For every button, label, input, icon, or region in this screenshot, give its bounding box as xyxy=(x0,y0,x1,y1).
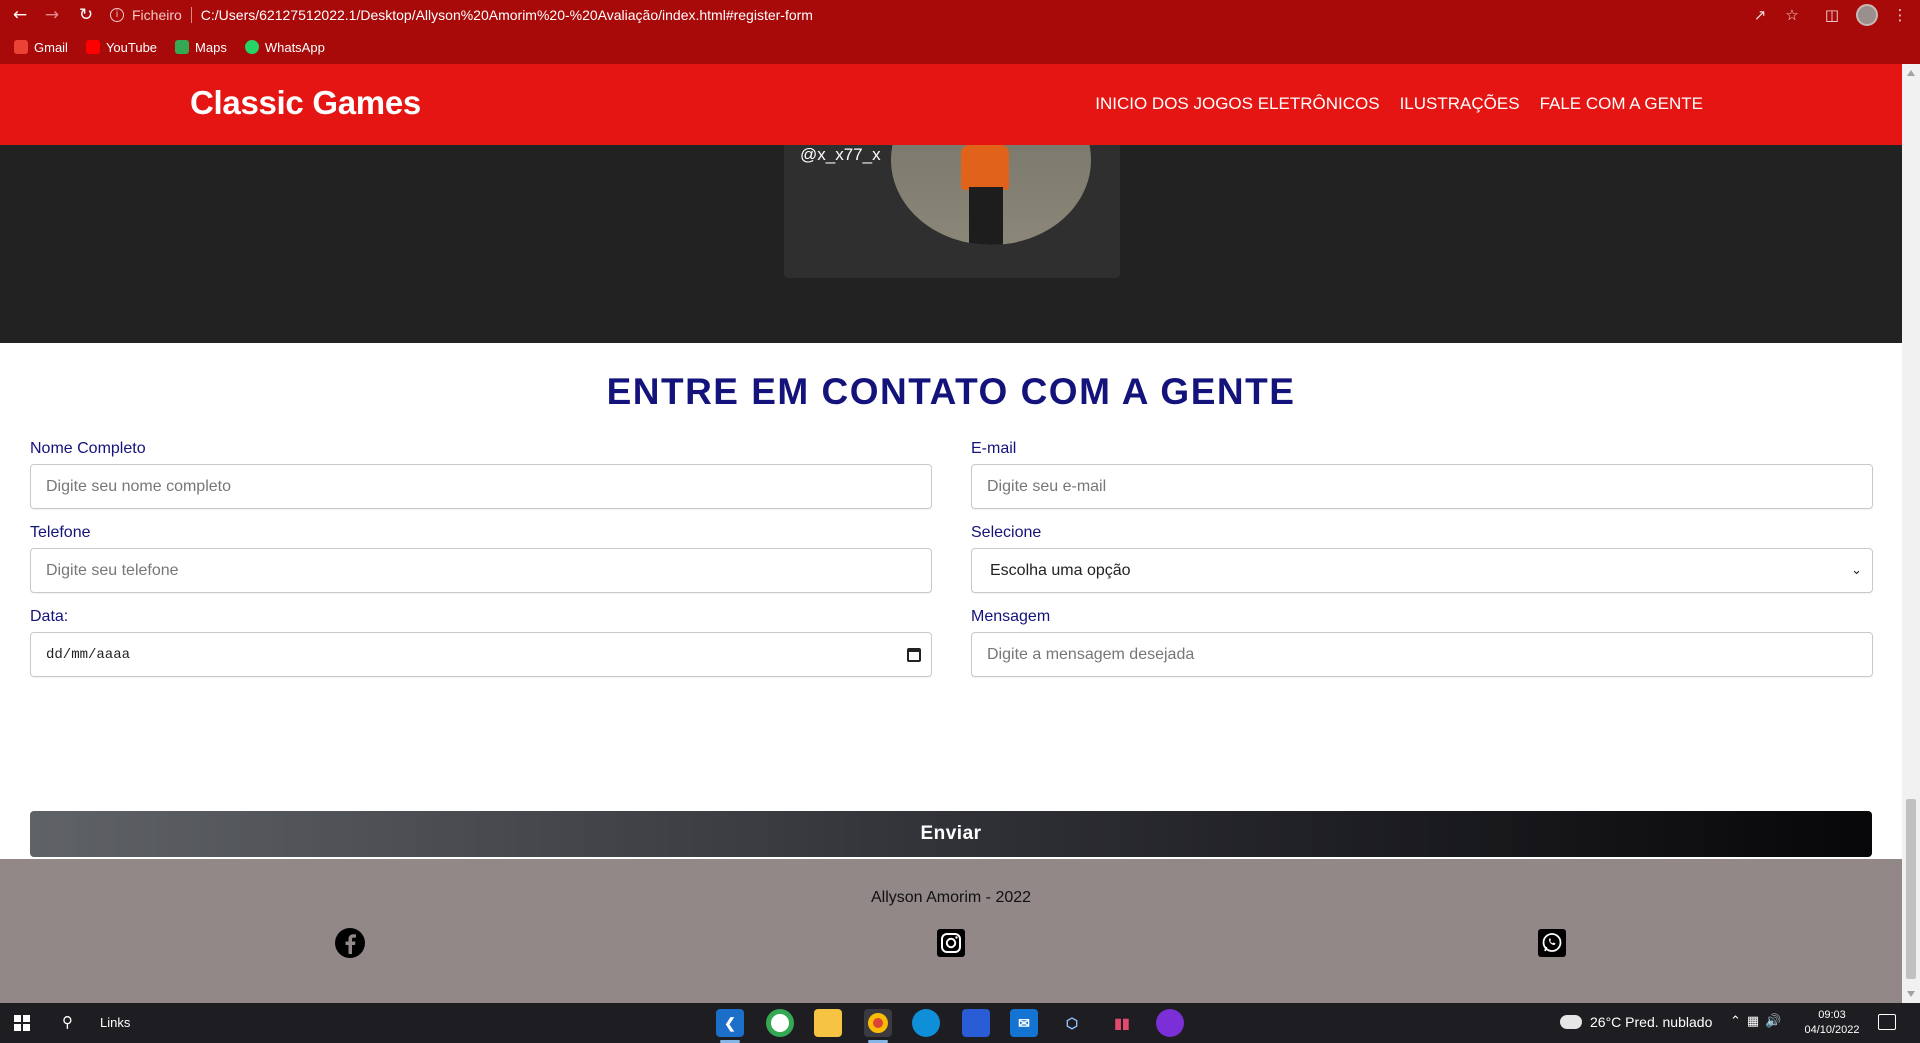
nav-link-ilustracoes[interactable]: ILUSTRAÇÕES xyxy=(1400,94,1520,114)
search-icon[interactable]: ⚲ xyxy=(62,1013,82,1033)
select-value: Escolha uma opção xyxy=(990,561,1131,579)
phone-input[interactable]: Digite seu telefone xyxy=(30,548,932,593)
site-logo[interactable]: Classic Games xyxy=(190,84,421,122)
select-label: Selecione xyxy=(971,524,1042,541)
notification-icon[interactable] xyxy=(1878,1014,1896,1030)
copyright-text: Allyson Amorim - 2022 xyxy=(870,889,1032,906)
bookmark-youtube[interactable]: YouTube xyxy=(85,39,158,55)
site-header: Classic Games INICIO DOS JOGOS ELETRÔNIC… xyxy=(0,64,1902,145)
name-input[interactable]: Digite seu nome completo xyxy=(30,464,932,509)
facebook-icon[interactable] xyxy=(334,927,366,959)
email-input[interactable]: Digite seu e-mail xyxy=(971,464,1873,509)
date-field-group: Data: dd/mm/aaaa xyxy=(30,608,932,677)
file-explorer-icon[interactable] xyxy=(814,1009,842,1037)
whatsapp-icon xyxy=(244,40,259,54)
select-field-group: Selecione Escolha uma opção ⌄ xyxy=(971,524,1873,593)
phone-label: Telefone xyxy=(30,524,91,541)
nav-link-inicio[interactable]: INICIO DOS JOGOS ELETRÔNICOS xyxy=(1095,94,1379,114)
maps-icon xyxy=(175,40,190,54)
forward-icon[interactable]: → xyxy=(42,5,62,25)
instagram-icon[interactable] xyxy=(935,927,967,959)
site-nav: INICIO DOS JOGOS ELETRÔNICOS ILUSTRAÇÕES… xyxy=(1075,94,1703,114)
menu-kebab-icon[interactable]: ⋮ xyxy=(1890,5,1910,25)
vscode-icon[interactable]: ❮ xyxy=(716,1009,744,1043)
gallery-section: @x_x77_x xyxy=(0,75,1902,343)
address-bar[interactable]: i Ficheiro C:/Users/62127512022.1/Deskto… xyxy=(110,3,1770,27)
page-scrollbar[interactable] xyxy=(1902,64,1920,1003)
cloud-icon xyxy=(1557,1011,1582,1029)
windows-start-icon[interactable] xyxy=(14,1015,30,1031)
bookmark-label: YouTube xyxy=(105,39,158,55)
windows-taskbar: ⚲ Links ❮ ✉ ⬡ ▮▮ 26°C Pred. nublado ⌃▦🔊 … xyxy=(0,1003,1920,1043)
weather-widget[interactable]: 26°C Pred. nublado xyxy=(1557,1011,1713,1030)
divider xyxy=(190,7,192,23)
mail-icon[interactable]: ✉ xyxy=(1010,1009,1038,1037)
contact-title: ENTRE EM CONTATO COM A GENTE xyxy=(606,371,1296,412)
media-player-icon[interactable] xyxy=(1156,1009,1184,1037)
taskbar-links-label[interactable]: Links xyxy=(100,1015,130,1030)
site-footer: Allyson Amorim - 2022 xyxy=(0,859,1902,1003)
whatsapp-icon[interactable] xyxy=(1536,927,1568,959)
back-icon[interactable]: ← xyxy=(10,5,30,25)
youtube-icon xyxy=(85,40,100,54)
reload-icon[interactable]: ↻ xyxy=(76,5,96,25)
weather-text: 26°C Pred. nublado xyxy=(1590,1014,1713,1030)
name-field-group: Nome Completo Digite seu nome completo xyxy=(30,440,932,509)
bookmark-maps[interactable]: Maps xyxy=(175,40,227,55)
url-text[interactable]: C:/Users/62127512022.1/Desktop/Allyson%2… xyxy=(201,7,813,23)
bookmark-whatsapp[interactable]: WhatsApp xyxy=(244,39,325,55)
profile-card: @x_x77_x xyxy=(784,75,1120,278)
calendar-icon[interactable] xyxy=(907,647,921,662)
submit-button[interactable]: Enviar xyxy=(30,811,1872,857)
store-icon[interactable] xyxy=(962,1009,990,1037)
chrome-active-icon[interactable] xyxy=(864,1009,892,1043)
chrome-icon[interactable] xyxy=(766,1009,794,1037)
clock-date: 04/10/2022 xyxy=(1804,1024,1860,1036)
side-panel-icon[interactable]: ◫ xyxy=(1822,5,1842,25)
profile-avatar[interactable] xyxy=(1856,4,1878,26)
bookmark-gmail[interactable]: Gmail xyxy=(14,40,68,55)
browser-chrome: ← → ↻ i Ficheiro C:/Users/62127512022.1/… xyxy=(0,0,1920,64)
scroll-thumb[interactable] xyxy=(1906,799,1916,979)
virtualbox-icon[interactable]: ⬡ xyxy=(1058,1009,1086,1037)
web-page: Classic Games INICIO DOS JOGOS ELETRÔNIC… xyxy=(0,64,1902,1003)
date-input[interactable]: dd/mm/aaaa xyxy=(30,632,932,677)
bookmark-label: Maps xyxy=(195,39,227,55)
scroll-down-arrow-icon[interactable] xyxy=(1907,991,1915,997)
bookmark-label: Gmail xyxy=(34,39,68,55)
share-icon[interactable]: ↗ xyxy=(1750,5,1770,25)
bookmark-star-icon[interactable]: ☆ xyxy=(1782,5,1802,25)
app-icon[interactable]: ▮▮ xyxy=(1108,1009,1136,1037)
email-label: E-mail xyxy=(971,440,1017,457)
system-tray[interactable]: ⌃▦🔊 xyxy=(1730,1014,1787,1029)
date-label: Data: xyxy=(30,608,69,625)
option-select[interactable]: Escolha uma opção ⌄ xyxy=(971,548,1873,593)
chevron-down-icon: ⌄ xyxy=(1851,563,1862,578)
contact-section: ENTRE EM CONTATO COM A GENTE Nome Comple… xyxy=(0,343,1902,859)
name-label: Nome Completo xyxy=(30,440,146,457)
clock[interactable]: 09:03 04/10/2022 xyxy=(1800,1008,1864,1038)
bookmarks-bar: Gmail YouTube Maps WhatsApp xyxy=(0,36,329,58)
message-input[interactable]: Digite a mensagem desejada xyxy=(971,632,1873,677)
message-label: Mensagem xyxy=(971,608,1051,625)
scroll-up-arrow-icon[interactable] xyxy=(1907,70,1915,76)
message-field-group: Mensagem Digite a mensagem desejada xyxy=(971,608,1873,677)
phone-field-group: Telefone Digite seu telefone xyxy=(30,524,932,593)
gmail-icon xyxy=(14,40,28,54)
nav-link-contato[interactable]: FALE COM A GENTE xyxy=(1540,94,1703,114)
info-icon[interactable]: i xyxy=(110,8,124,22)
profile-handle: @x_x77_x xyxy=(800,145,881,164)
email-field-group: E-mail Digite seu e-mail xyxy=(971,440,1873,509)
clock-time: 09:03 xyxy=(1818,1009,1846,1021)
date-value: dd/mm/aaaa xyxy=(46,646,131,663)
scheme-label: Ficheiro xyxy=(132,7,182,23)
bookmark-label: WhatsApp xyxy=(264,39,325,55)
edge-icon[interactable] xyxy=(912,1009,940,1037)
